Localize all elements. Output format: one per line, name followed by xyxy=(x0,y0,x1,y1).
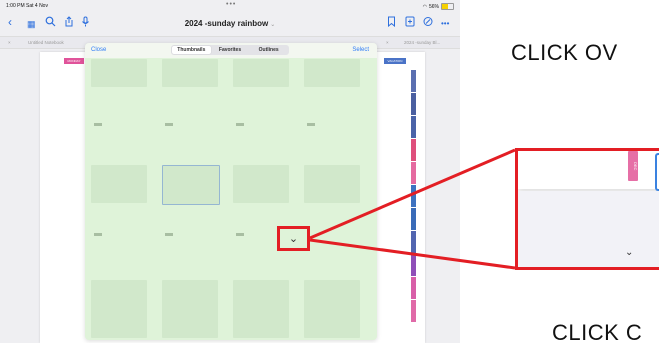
callout-line-top xyxy=(309,148,516,240)
callout-line-bottom xyxy=(309,238,516,270)
instruction-text-top: CLICK OV xyxy=(511,40,618,65)
instruction-text-bottom: CLICK C xyxy=(552,320,643,345)
